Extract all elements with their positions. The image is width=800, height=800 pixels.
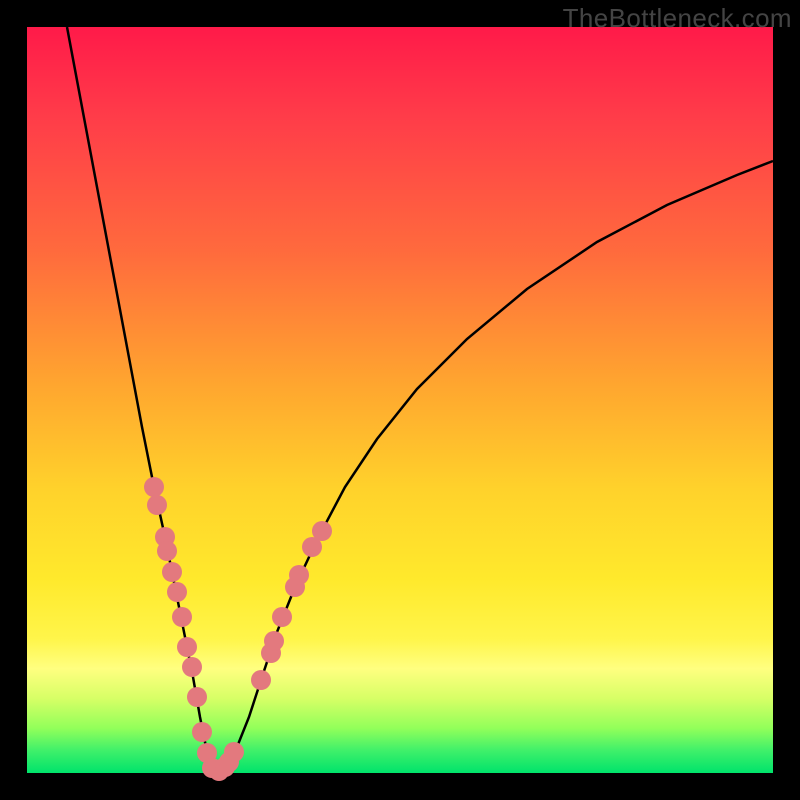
chart-svg	[27, 27, 773, 773]
data-marker	[187, 687, 207, 707]
data-marker	[182, 657, 202, 677]
watermark-text: TheBottleneck.com	[563, 3, 792, 34]
data-marker	[289, 565, 309, 585]
data-marker	[192, 722, 212, 742]
data-marker	[172, 607, 192, 627]
data-marker	[251, 670, 271, 690]
data-marker	[272, 607, 292, 627]
data-marker	[147, 495, 167, 515]
data-marker	[312, 521, 332, 541]
data-marker	[264, 631, 284, 651]
data-marker	[144, 477, 164, 497]
chart-frame: TheBottleneck.com	[0, 0, 800, 800]
v-curve	[67, 27, 773, 773]
data-marker	[162, 562, 182, 582]
data-marker	[177, 637, 197, 657]
data-marker	[157, 541, 177, 561]
data-marker	[167, 582, 187, 602]
marker-group	[144, 477, 332, 781]
data-marker	[224, 742, 244, 762]
